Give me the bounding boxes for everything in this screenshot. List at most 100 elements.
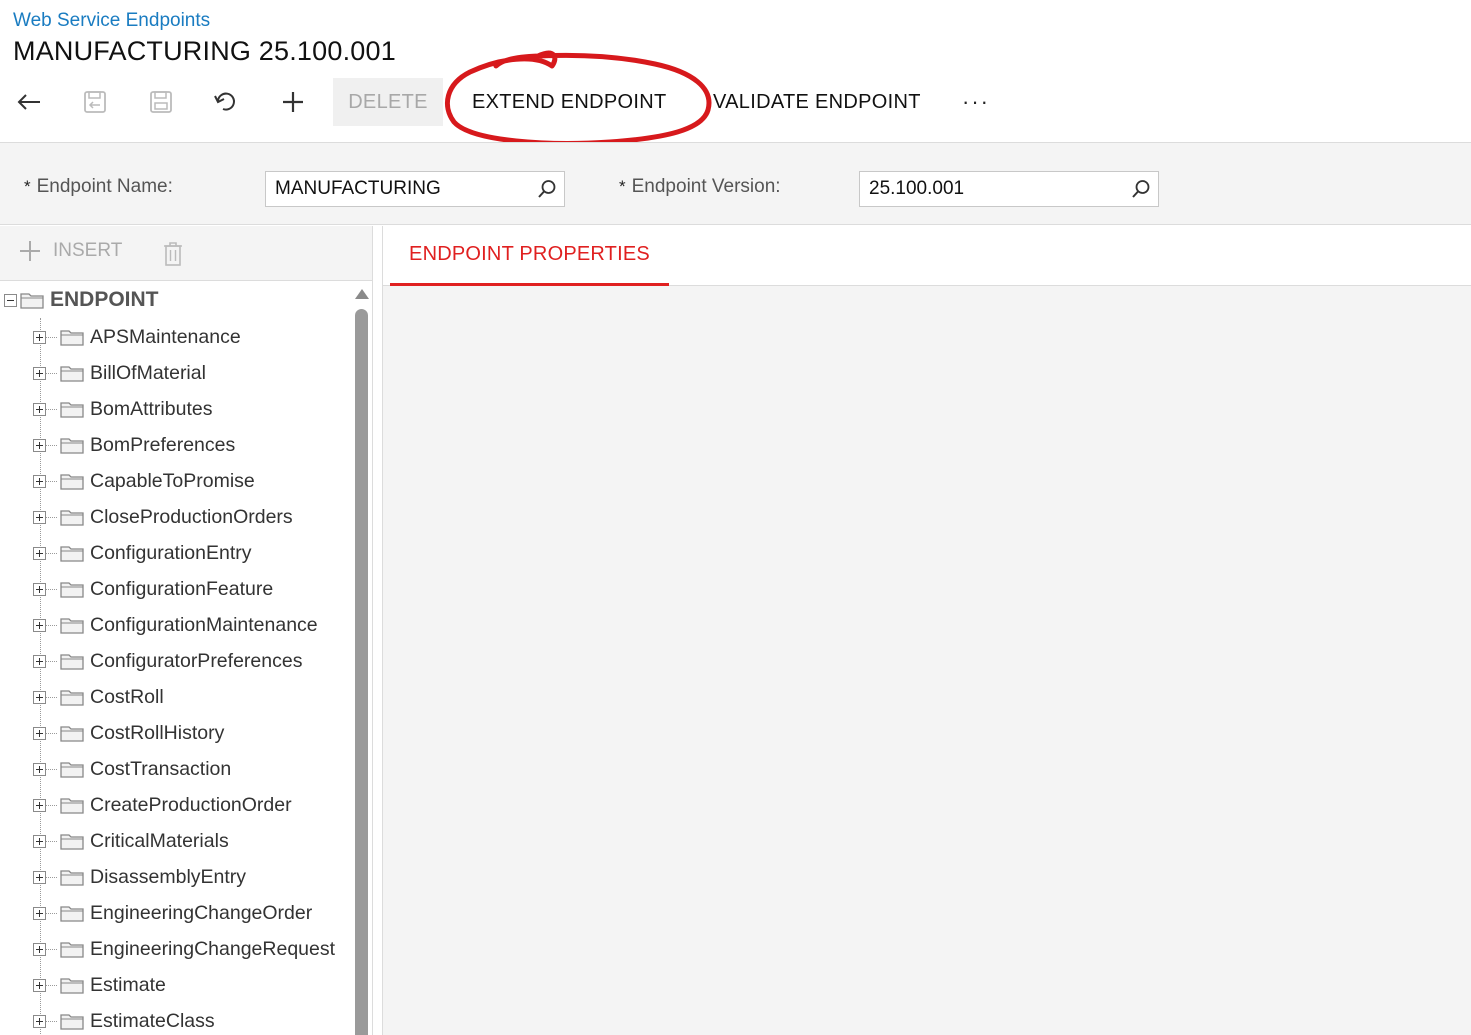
tree-connector	[45, 984, 57, 986]
tree-item-label: CostTransaction	[90, 757, 232, 780]
tree-item[interactable]: CostTransaction	[33, 751, 231, 787]
folder-icon	[60, 330, 84, 346]
folder-icon	[60, 582, 84, 598]
tree-item[interactable]: CreateProductionOrder	[33, 787, 292, 823]
endpoint-name-field[interactable]: MANUFACTURING	[265, 171, 565, 207]
expand-icon[interactable]	[33, 798, 46, 812]
tab-bar: ENDPOINT PROPERTIES	[383, 226, 1471, 286]
folder-icon	[60, 510, 84, 526]
tree-connector	[45, 552, 57, 554]
tree-item[interactable]: ConfiguratorPreferences	[33, 643, 302, 679]
tree-item[interactable]: BomAttributes	[33, 391, 212, 427]
tree-item[interactable]: DisassemblyEntry	[33, 859, 246, 895]
page-title: MANUFACTURING 25.100.001	[13, 36, 396, 66]
folder-icon	[60, 1014, 84, 1030]
tree-item[interactable]: CriticalMaterials	[33, 823, 229, 859]
folder-icon	[60, 402, 84, 418]
tree-item-label: EngineeringChangeRequest	[90, 937, 336, 960]
tree-item[interactable]: CloseProductionOrders	[33, 499, 293, 535]
folder-icon	[60, 870, 84, 886]
expand-icon[interactable]	[33, 618, 46, 632]
expand-icon[interactable]	[33, 366, 46, 380]
expand-icon[interactable]	[33, 438, 46, 452]
save-and-close-icon[interactable]	[78, 86, 112, 118]
endpoint-version-label: * Endpoint Version:	[619, 176, 781, 197]
tree-item-label: BomAttributes	[90, 397, 213, 420]
expand-icon[interactable]	[33, 690, 46, 704]
expand-icon[interactable]	[33, 942, 46, 956]
back-arrow-icon[interactable]	[12, 86, 46, 118]
scroll-up-arrow-icon[interactable]	[355, 289, 369, 299]
undo-icon[interactable]	[210, 86, 244, 118]
folder-icon	[60, 654, 84, 670]
tree-item[interactable]: CostRollHistory	[33, 715, 224, 751]
delete-button[interactable]: DELETE	[333, 78, 443, 126]
insert-button[interactable]: INSERT	[19, 240, 122, 262]
search-icon[interactable]	[1124, 172, 1158, 206]
more-actions-button[interactable]: ···	[962, 78, 990, 126]
expand-icon[interactable]	[33, 474, 46, 488]
tree-connector	[45, 588, 57, 590]
tree-item[interactable]: ConfigurationEntry	[33, 535, 252, 571]
extend-endpoint-button[interactable]: EXTEND ENDPOINT	[472, 78, 667, 126]
tab-endpoint-properties[interactable]: ENDPOINT PROPERTIES	[390, 226, 669, 286]
tree-item[interactable]: BillOfMaterial	[33, 355, 206, 391]
expand-icon[interactable]	[33, 906, 46, 920]
tree-item-label: CostRollHistory	[90, 721, 225, 744]
expand-icon[interactable]	[33, 582, 46, 596]
folder-icon	[60, 690, 84, 706]
tree-item[interactable]: ConfigurationFeature	[33, 571, 273, 607]
tree-connector	[45, 876, 57, 878]
folder-icon	[60, 834, 84, 850]
expand-icon[interactable]	[33, 510, 46, 524]
tree-item[interactable]: APSMaintenance	[33, 319, 241, 355]
tree-root-endpoint[interactable]: ENDPOINT	[4, 286, 159, 314]
folder-icon	[60, 726, 84, 742]
tree-connector	[45, 372, 57, 374]
save-icon[interactable]	[144, 86, 178, 118]
expand-icon[interactable]	[33, 654, 46, 668]
tree-item[interactable]: EngineeringChangeOrder	[33, 895, 312, 931]
tree-item[interactable]: ConfigurationMaintenance	[33, 607, 318, 643]
expand-icon[interactable]	[33, 402, 46, 416]
expand-icon[interactable]	[33, 546, 46, 560]
tree-item-label: CreateProductionOrder	[90, 793, 292, 816]
folder-icon	[60, 906, 84, 922]
validate-endpoint-button[interactable]: VALIDATE ENDPOINT	[713, 78, 921, 126]
endpoint-name-label: * Endpoint Name:	[24, 176, 173, 197]
tree-panel: INSERT ENDPOINT APSMaintenance BillOfMate…	[0, 226, 373, 1035]
tree-item[interactable]: EngineeringChangeRequest	[33, 931, 335, 967]
expand-icon[interactable]	[33, 1014, 46, 1028]
tree-connector	[45, 912, 57, 914]
expand-icon[interactable]	[33, 330, 46, 344]
tree-scrollbar[interactable]	[352, 282, 372, 1035]
expand-icon[interactable]	[33, 726, 46, 740]
add-icon[interactable]	[276, 86, 310, 118]
tree-item[interactable]: CapableToPromise	[33, 463, 255, 499]
folder-icon	[60, 978, 84, 994]
summary-form: * Endpoint Name: MANUFACTURING * Endpoint …	[0, 143, 1471, 225]
tree-item[interactable]: Estimate	[33, 967, 166, 1003]
collapse-icon[interactable]	[4, 293, 17, 307]
expand-icon[interactable]	[33, 834, 46, 848]
tree-connector	[45, 408, 57, 410]
tree-connector	[45, 516, 57, 518]
breadcrumb[interactable]: Web Service Endpoints	[13, 10, 210, 32]
expand-icon[interactable]	[33, 870, 46, 884]
endpoint-version-field[interactable]: 25.100.001	[859, 171, 1159, 207]
plus-icon	[20, 241, 40, 261]
folder-icon	[60, 798, 84, 814]
tree-item[interactable]: BomPreferences	[33, 427, 235, 463]
expand-icon[interactable]	[33, 978, 46, 992]
tree-item[interactable]: EstimateClass	[33, 1003, 215, 1035]
trash-icon[interactable]	[162, 241, 184, 272]
tree-item[interactable]: CostRoll	[33, 679, 164, 715]
tree-item-label: BomPreferences	[90, 433, 236, 456]
scroll-thumb[interactable]	[355, 309, 368, 1035]
expand-icon[interactable]	[33, 762, 46, 776]
tree-connector	[45, 696, 57, 698]
endpoint-tree: ENDPOINT APSMaintenance BillOfMaterial Bom…	[0, 282, 352, 1035]
folder-icon	[60, 474, 84, 490]
main-toolbar: DELETE EXTEND ENDPOINT VALIDATE ENDPOINT…	[0, 78, 1471, 126]
search-icon[interactable]	[530, 172, 564, 206]
